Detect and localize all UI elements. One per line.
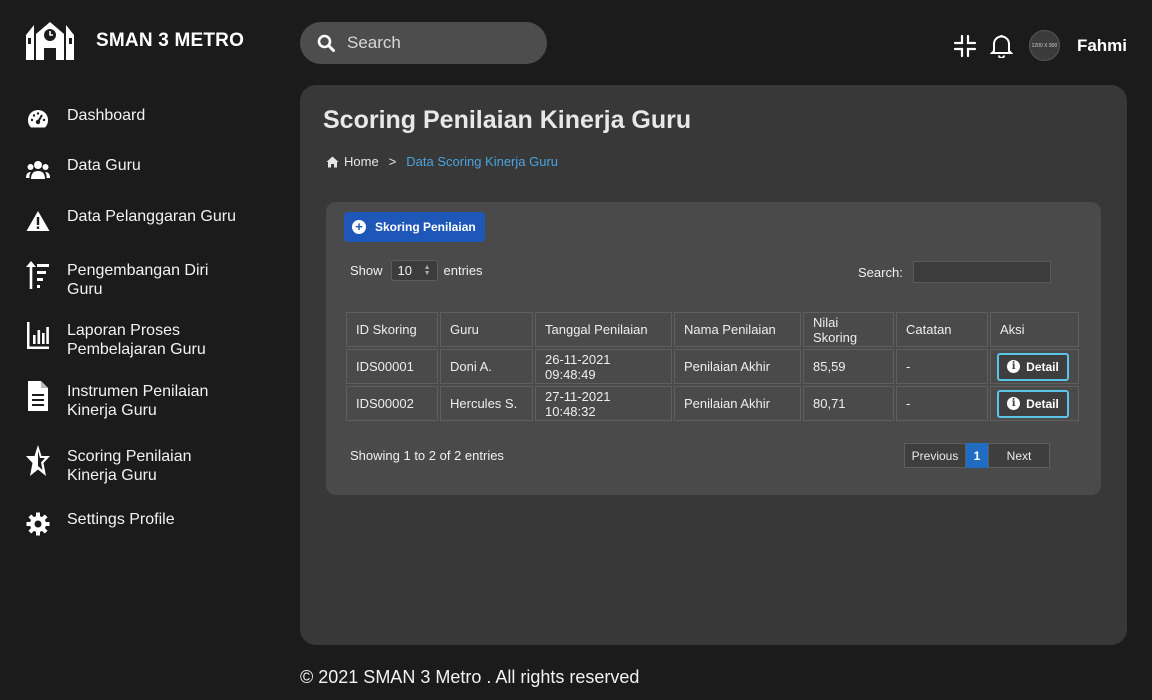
sidebar-item-label: Instrumen Penilaian Kinerja Guru: [67, 383, 209, 419]
select-arrows-icon: ▲ ▼: [423, 263, 431, 277]
column-header: Aksi: [990, 312, 1079, 347]
sort-up-icon: [24, 261, 52, 289]
sidebar-item-label: Data Guru: [67, 157, 141, 174]
sidebar-item-label: Laporan Proses Pembelajaran Guru: [67, 322, 206, 358]
search-bar[interactable]: [300, 22, 547, 64]
show-label: Show: [350, 263, 383, 278]
username[interactable]: Fahmi: [1077, 36, 1127, 56]
cell-id: IDS00001: [346, 349, 438, 384]
cell-nama: Penilaian Akhir: [674, 386, 801, 421]
entries-select[interactable]: 10 ▲ ▼: [390, 260, 438, 281]
cell-guru: Doni A.: [440, 349, 533, 384]
breadcrumb-home[interactable]: Home: [326, 154, 379, 169]
filter-label: Search:: [858, 264, 903, 280]
entries-length-control: Show 10 ▲ ▼ entries: [350, 260, 483, 281]
table-filter: Search:: [858, 261, 1051, 283]
sidebar-item-settings-profile[interactable]: Settings Profile: [24, 510, 237, 538]
column-header[interactable]: Nilai Skoring: [803, 312, 894, 347]
avatar[interactable]: 1200 X 900: [1028, 30, 1060, 61]
warning-icon: [24, 207, 52, 235]
brand-name: SMAN 3 METRO: [96, 30, 245, 51]
sidebar-item-label: Data Pelanggaran Guru: [67, 208, 236, 225]
breadcrumb-current[interactable]: Data Scoring Kinerja Guru: [406, 154, 558, 169]
cell-nama: Penilaian Akhir: [674, 349, 801, 384]
dashboard-icon: [24, 106, 52, 134]
scoring-table: ID Skoring Guru Tanggal Penilaian Nama P…: [344, 310, 1081, 423]
cell-aksi: i Detail: [990, 386, 1079, 421]
search-icon: [317, 34, 335, 52]
detail-button[interactable]: i Detail: [997, 352, 1069, 381]
cell-tanggal: 27-11-2021 10:48:32: [535, 386, 672, 421]
compress-icon[interactable]: [952, 33, 978, 59]
document-icon: [24, 381, 52, 411]
table-row: IDS00001 Doni A. 26-11-2021 09:48:49 Pen…: [346, 349, 1079, 384]
brand[interactable]: SMAN 3 METRO: [26, 22, 244, 60]
cell-catatan: -: [896, 349, 988, 384]
users-icon: [24, 156, 52, 184]
cell-guru: Hercules S.: [440, 386, 533, 421]
sidebar-item-scoring-penilaian-kinerja-guru[interactable]: Scoring Penilaian Kinerja Guru: [24, 445, 237, 485]
detail-label: Detail: [1026, 359, 1059, 374]
gear-icon: [24, 510, 52, 538]
table-row: IDS00002 Hercules S. 27-11-2021 10:48:32…: [346, 386, 1079, 421]
sidebar-item-pengembangan-diri-guru[interactable]: Pengembangan Diri Guru: [24, 261, 237, 299]
sidebar-item-label: Pengembangan Diri Guru: [67, 262, 209, 298]
star-icon: [24, 445, 52, 476]
breadcrumb-separator: >: [388, 154, 397, 169]
page-1-button[interactable]: 1: [966, 443, 988, 468]
home-icon: [326, 156, 339, 167]
column-header[interactable]: Tanggal Penilaian: [535, 312, 672, 347]
breadcrumb: Home > Data Scoring Kinerja Guru: [326, 154, 558, 169]
page-title: Scoring Penilaian Kinerja Guru: [323, 106, 692, 134]
sidebar-item-data-pelanggaran-guru[interactable]: Data Pelanggaran Guru: [24, 207, 237, 235]
add-scoring-button[interactable]: + Skoring Penilaian: [344, 212, 485, 242]
column-header[interactable]: Catatan: [896, 312, 988, 347]
search-input[interactable]: [347, 33, 527, 53]
cell-nilai: 85,59: [803, 349, 894, 384]
sidebar-item-label: Dashboard: [67, 107, 146, 124]
sidebar-item-label: Settings Profile: [67, 511, 175, 528]
table-header-row: ID Skoring Guru Tanggal Penilaian Nama P…: [346, 312, 1079, 347]
detail-button[interactable]: i Detail: [997, 389, 1069, 418]
sidebar-item-instrumen-penilaian-kinerja-guru[interactable]: Instrumen Penilaian Kinerja Guru: [24, 381, 237, 420]
plus-circle-icon: +: [352, 220, 366, 234]
pagination: Previous 1 Next: [904, 443, 1050, 468]
sidebar-item-dashboard[interactable]: Dashboard: [24, 106, 237, 134]
table-card: + Skoring Penilaian Show 10 ▲ ▼ entries S…: [326, 202, 1101, 495]
column-header[interactable]: Guru: [440, 312, 533, 347]
footer-copyright: © 2021 SMAN 3 Metro . All rights reserve…: [300, 667, 640, 687]
entries-label: entries: [443, 263, 483, 278]
detail-label: Detail: [1026, 396, 1059, 411]
chart-icon: [24, 321, 52, 349]
add-scoring-label: Skoring Penilaian: [375, 220, 476, 234]
cell-aksi: i Detail: [990, 349, 1079, 384]
main-panel: Scoring Penilaian Kinerja Guru Home > Da…: [300, 85, 1127, 645]
sidebar-item-label: Scoring Penilaian Kinerja Guru: [67, 448, 192, 484]
topbar-actions: 1200 X 900 Fahmi: [952, 30, 1127, 61]
entries-select-value: 10: [397, 263, 412, 278]
breadcrumb-home-label: Home: [344, 154, 379, 169]
cell-catatan: -: [896, 386, 988, 421]
sidebar-item-laporan-proses-pembelajaran-guru[interactable]: Laporan Proses Pembelajaran Guru: [24, 321, 237, 359]
info-icon: i: [1007, 360, 1021, 373]
column-header[interactable]: Nama Penilaian: [674, 312, 801, 347]
school-logo-icon: [26, 22, 74, 60]
next-page-button[interactable]: Next: [988, 443, 1050, 468]
sidebar-item-data-guru[interactable]: Data Guru: [24, 156, 237, 184]
cell-nilai: 80,71: [803, 386, 894, 421]
table-info: Showing 1 to 2 of 2 entries: [350, 448, 504, 463]
column-header[interactable]: ID Skoring: [346, 312, 438, 347]
previous-page-button[interactable]: Previous: [904, 443, 966, 468]
cell-id: IDS00002: [346, 386, 438, 421]
info-icon: i: [1007, 397, 1021, 410]
cell-tanggal: 26-11-2021 09:48:49: [535, 349, 672, 384]
table-search-input[interactable]: [912, 261, 1051, 283]
bell-icon[interactable]: [989, 33, 1015, 59]
